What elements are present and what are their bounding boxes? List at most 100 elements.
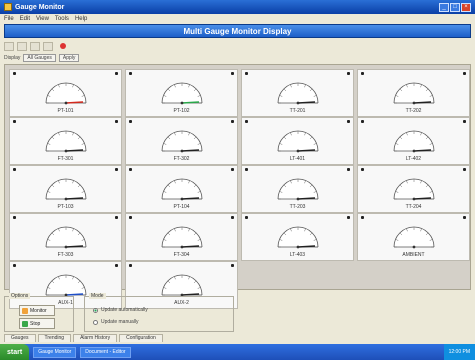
gauge-card[interactable]: TT-203 [241, 165, 354, 213]
tab-trending[interactable]: Trending [37, 334, 72, 342]
gauge-menu-icon[interactable] [115, 120, 118, 123]
gauge-card[interactable]: LT-402 [357, 117, 470, 165]
gauge-label: FT-302 [173, 156, 190, 162]
display-select[interactable]: All Gauges [23, 54, 56, 62]
menu-file[interactable]: File [4, 16, 14, 22]
open-button[interactable] [17, 41, 27, 51]
apply-button[interactable]: Apply [58, 54, 80, 62]
taskbar: start Gauge Monitor Document - Editor 12… [0, 344, 475, 360]
gauge-pin-icon [13, 264, 16, 267]
close-button[interactable]: × [461, 2, 471, 12]
gauge-menu-icon[interactable] [231, 168, 234, 171]
gauge-menu-icon[interactable] [347, 216, 350, 219]
gauge-needle [181, 197, 200, 200]
gauge-card[interactable]: TT-201 [241, 69, 354, 117]
menu-tools[interactable]: Tools [55, 16, 69, 22]
gauge-card[interactable]: TT-202 [357, 69, 470, 117]
gauge-menu-icon[interactable] [347, 120, 350, 123]
bottom-tabs: Gauges Trending Alarm History Configurat… [4, 334, 471, 342]
tab-alarm-history[interactable]: Alarm History [73, 334, 118, 342]
app-icon [4, 3, 12, 11]
gauge-card[interactable]: PT-104 [125, 165, 238, 213]
tab-gauges[interactable]: Gauges [4, 334, 36, 342]
window-title: Gauge Monitor [15, 3, 65, 11]
gauge-dial [161, 82, 203, 105]
gauge-pin-icon [129, 264, 132, 267]
gauge-menu-icon[interactable] [347, 72, 350, 75]
gauge-label: PT-104 [173, 204, 190, 210]
menu-view[interactable]: View [36, 16, 49, 22]
gauge-label: TT-204 [405, 204, 422, 210]
gauge-menu-icon[interactable] [231, 120, 234, 123]
gauge-label: PT-103 [57, 204, 74, 210]
gauge-dial [393, 226, 435, 249]
start-button[interactable]: start [0, 344, 30, 360]
gauge-label: LT-402 [405, 156, 422, 162]
gauge-needle [297, 245, 316, 248]
monitor-label: Monitor [30, 307, 47, 314]
gauge-card[interactable]: TT-204 [357, 165, 470, 213]
menu-help[interactable]: Help [75, 16, 87, 22]
save-button[interactable] [30, 41, 40, 51]
maximize-button[interactable]: □ [450, 2, 460, 12]
minimize-button[interactable]: _ [439, 2, 449, 12]
taskbar-item-gauge-monitor[interactable]: Gauge Monitor [33, 346, 77, 358]
gauge-label: TT-202 [405, 108, 422, 114]
gauge-menu-icon[interactable] [463, 72, 466, 75]
taskbar-item-editor[interactable]: Document - Editor [80, 346, 131, 358]
record-icon[interactable] [60, 43, 66, 49]
gauge-needle [413, 101, 432, 104]
gauge-card[interactable]: LT-401 [241, 117, 354, 165]
gauge-pin-icon [129, 168, 132, 171]
gauge-card[interactable]: PT-103 [9, 165, 122, 213]
gauge-pin-icon [245, 120, 248, 123]
gauge-card[interactable]: PT-101 [9, 69, 122, 117]
gauge-menu-icon[interactable] [115, 264, 118, 267]
gauge-card[interactable]: PT-102 [125, 69, 238, 117]
gauge-dial [161, 226, 203, 249]
window-titlebar[interactable]: Gauge Monitor _ □ × [0, 0, 475, 14]
monitor-button[interactable]: Monitor [19, 305, 55, 316]
gauge-menu-icon[interactable] [231, 72, 234, 75]
new-button[interactable] [4, 41, 14, 51]
gauge-needle [413, 149, 432, 152]
gauge-needle [65, 197, 84, 200]
print-button[interactable] [43, 41, 53, 51]
gauge-dial [393, 178, 435, 201]
stop-icon [22, 320, 28, 327]
gauge-menu-icon[interactable] [463, 120, 466, 123]
gauge-pin-icon [13, 72, 16, 75]
gauge-menu-icon[interactable] [231, 264, 234, 267]
clock: 12:00 PM [448, 349, 470, 355]
gauge-card[interactable]: FT-303 [9, 213, 122, 261]
gauge-menu-icon[interactable] [231, 216, 234, 219]
radio-manual[interactable]: Update manually [93, 319, 139, 325]
gauge-label: TT-201 [289, 108, 306, 114]
gauge-card[interactable]: LT-403 [241, 213, 354, 261]
gauge-card[interactable]: AMBIENT [357, 213, 470, 261]
gauge-menu-icon[interactable] [463, 168, 466, 171]
gauge-pin-icon [245, 216, 248, 219]
gauge-label: PT-101 [57, 108, 74, 114]
gauge-card[interactable]: FT-302 [125, 117, 238, 165]
gauge-card[interactable]: FT-301 [9, 117, 122, 165]
radio-auto[interactable]: Update automatically [93, 307, 148, 313]
stop-button[interactable]: Stop [19, 318, 55, 329]
gauge-label: TT-203 [289, 204, 306, 210]
gauge-menu-icon[interactable] [463, 216, 466, 219]
gauge-menu-icon[interactable] [115, 216, 118, 219]
gauge-menu-icon[interactable] [347, 168, 350, 171]
gauge-menu-icon[interactable] [115, 72, 118, 75]
tab-configuration[interactable]: Configuration [119, 334, 163, 342]
gauge-label: PT-102 [173, 108, 190, 114]
gauge-card[interactable]: FT-304 [125, 213, 238, 261]
gauge-needle [181, 101, 200, 104]
gauge-menu-icon[interactable] [115, 168, 118, 171]
gauge-needle [181, 149, 200, 152]
gauge-dial [277, 178, 319, 201]
gauge-dial [45, 226, 87, 249]
menu-edit[interactable]: Edit [20, 16, 30, 22]
gauge-needle [297, 197, 316, 200]
gauge-needle [65, 245, 84, 248]
monitor-icon [22, 307, 28, 314]
